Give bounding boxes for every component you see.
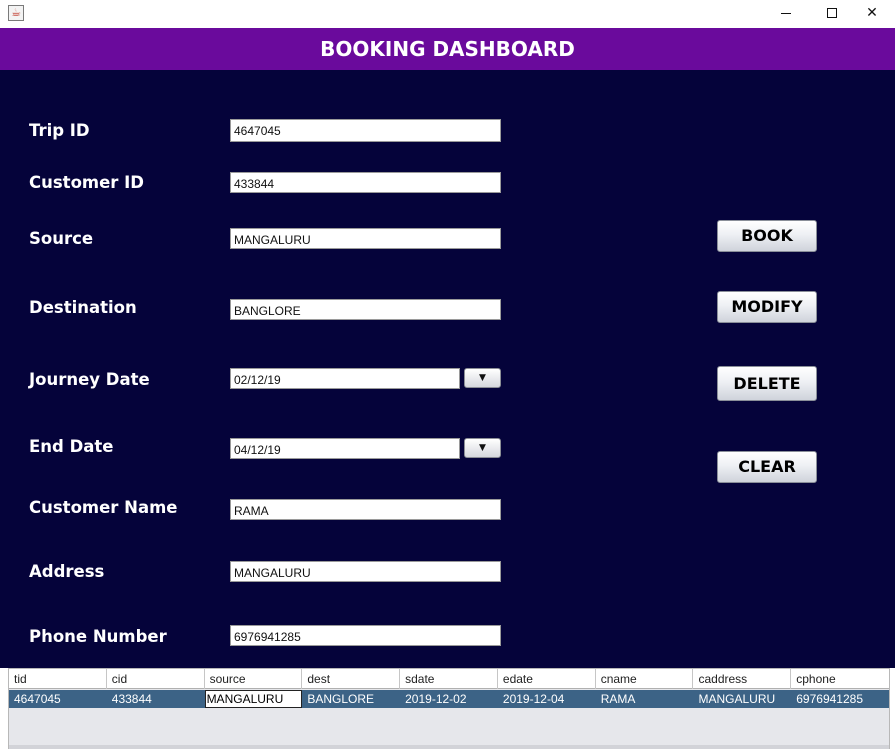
- destination-label: Destination: [29, 298, 137, 317]
- chevron-down-icon: ▼: [479, 443, 486, 453]
- maximize-icon: [827, 8, 837, 18]
- java-cup-icon: ☕: [8, 5, 24, 21]
- table-cell[interactable]: 2019-12-02: [400, 690, 498, 708]
- journey-date-input[interactable]: 02/12/19: [230, 368, 460, 389]
- minimize-button[interactable]: [763, 0, 809, 28]
- column-header-cname[interactable]: cname: [596, 669, 694, 689]
- column-header-dest[interactable]: dest: [302, 669, 401, 689]
- chevron-down-icon: ▼: [479, 373, 486, 383]
- end-date-label: End Date: [29, 437, 114, 456]
- table-cell[interactable]: 433844: [107, 690, 205, 708]
- close-button[interactable]: ✕: [849, 0, 895, 28]
- booking-form-panel: Trip ID 4647045 Customer ID 433844 Sourc…: [0, 70, 895, 668]
- book-button[interactable]: BOOK: [717, 220, 817, 252]
- end-date-picker-button[interactable]: ▼: [464, 438, 501, 458]
- end-date-input[interactable]: 04/12/19: [230, 438, 460, 459]
- table-cell[interactable]: RAMA: [596, 690, 694, 708]
- table-cell[interactable]: MANGALURU: [693, 690, 791, 708]
- table-cell[interactable]: BANGLORE: [302, 690, 400, 708]
- customer-name-input[interactable]: RAMA: [230, 499, 501, 520]
- modify-button[interactable]: MODIFY: [717, 291, 817, 323]
- column-header-sdate[interactable]: sdate: [400, 669, 498, 689]
- column-header-cid[interactable]: cid: [107, 669, 205, 689]
- close-icon: ✕: [866, 5, 878, 21]
- journey-date-picker-button[interactable]: ▼: [464, 368, 501, 388]
- page-title: BOOKING DASHBOARD: [0, 28, 895, 70]
- phone-number-label: Phone Number: [29, 627, 167, 646]
- customer-id-input[interactable]: 433844: [230, 172, 501, 193]
- table-cell[interactable]: 2019-12-04: [498, 690, 596, 708]
- address-label: Address: [29, 562, 105, 581]
- table-header: tid cid source dest sdate edate cname ca…: [9, 669, 889, 689]
- customer-id-label: Customer ID: [29, 173, 145, 192]
- source-input[interactable]: MANGALURU: [230, 228, 501, 249]
- address-input[interactable]: MANGALURU: [230, 561, 501, 582]
- clear-button[interactable]: CLEAR: [717, 451, 817, 483]
- table-cell[interactable]: 4647045: [9, 690, 107, 708]
- source-label: Source: [29, 229, 94, 248]
- destination-input[interactable]: BANGLORE: [230, 299, 501, 320]
- column-header-tid[interactable]: tid: [9, 669, 107, 689]
- bookings-table[interactable]: tid cid source dest sdate edate cname ca…: [8, 668, 890, 749]
- column-header-source[interactable]: source: [205, 669, 303, 689]
- minimize-icon: [781, 13, 791, 14]
- customer-name-label: Customer Name: [29, 498, 178, 517]
- column-header-edate[interactable]: edate: [498, 669, 596, 689]
- journey-date-label: Journey Date: [29, 370, 150, 389]
- phone-number-input[interactable]: 6976941285: [230, 625, 501, 646]
- table-row[interactable]: 4647045 433844 MANGALURU BANGLORE 2019-1…: [9, 690, 889, 708]
- trip-id-label: Trip ID: [29, 121, 90, 140]
- table-cell-editing[interactable]: MANGALURU: [204, 690, 303, 708]
- trip-id-input[interactable]: 4647045: [230, 119, 501, 142]
- column-header-cphone[interactable]: cphone: [791, 669, 889, 689]
- table-cell[interactable]: 6976941285: [791, 690, 889, 708]
- column-header-caddress[interactable]: caddress: [693, 669, 792, 689]
- delete-button[interactable]: DELETE: [717, 366, 817, 401]
- horizontal-scrollbar[interactable]: [9, 745, 889, 749]
- window-titlebar: ☕ ✕: [0, 0, 895, 28]
